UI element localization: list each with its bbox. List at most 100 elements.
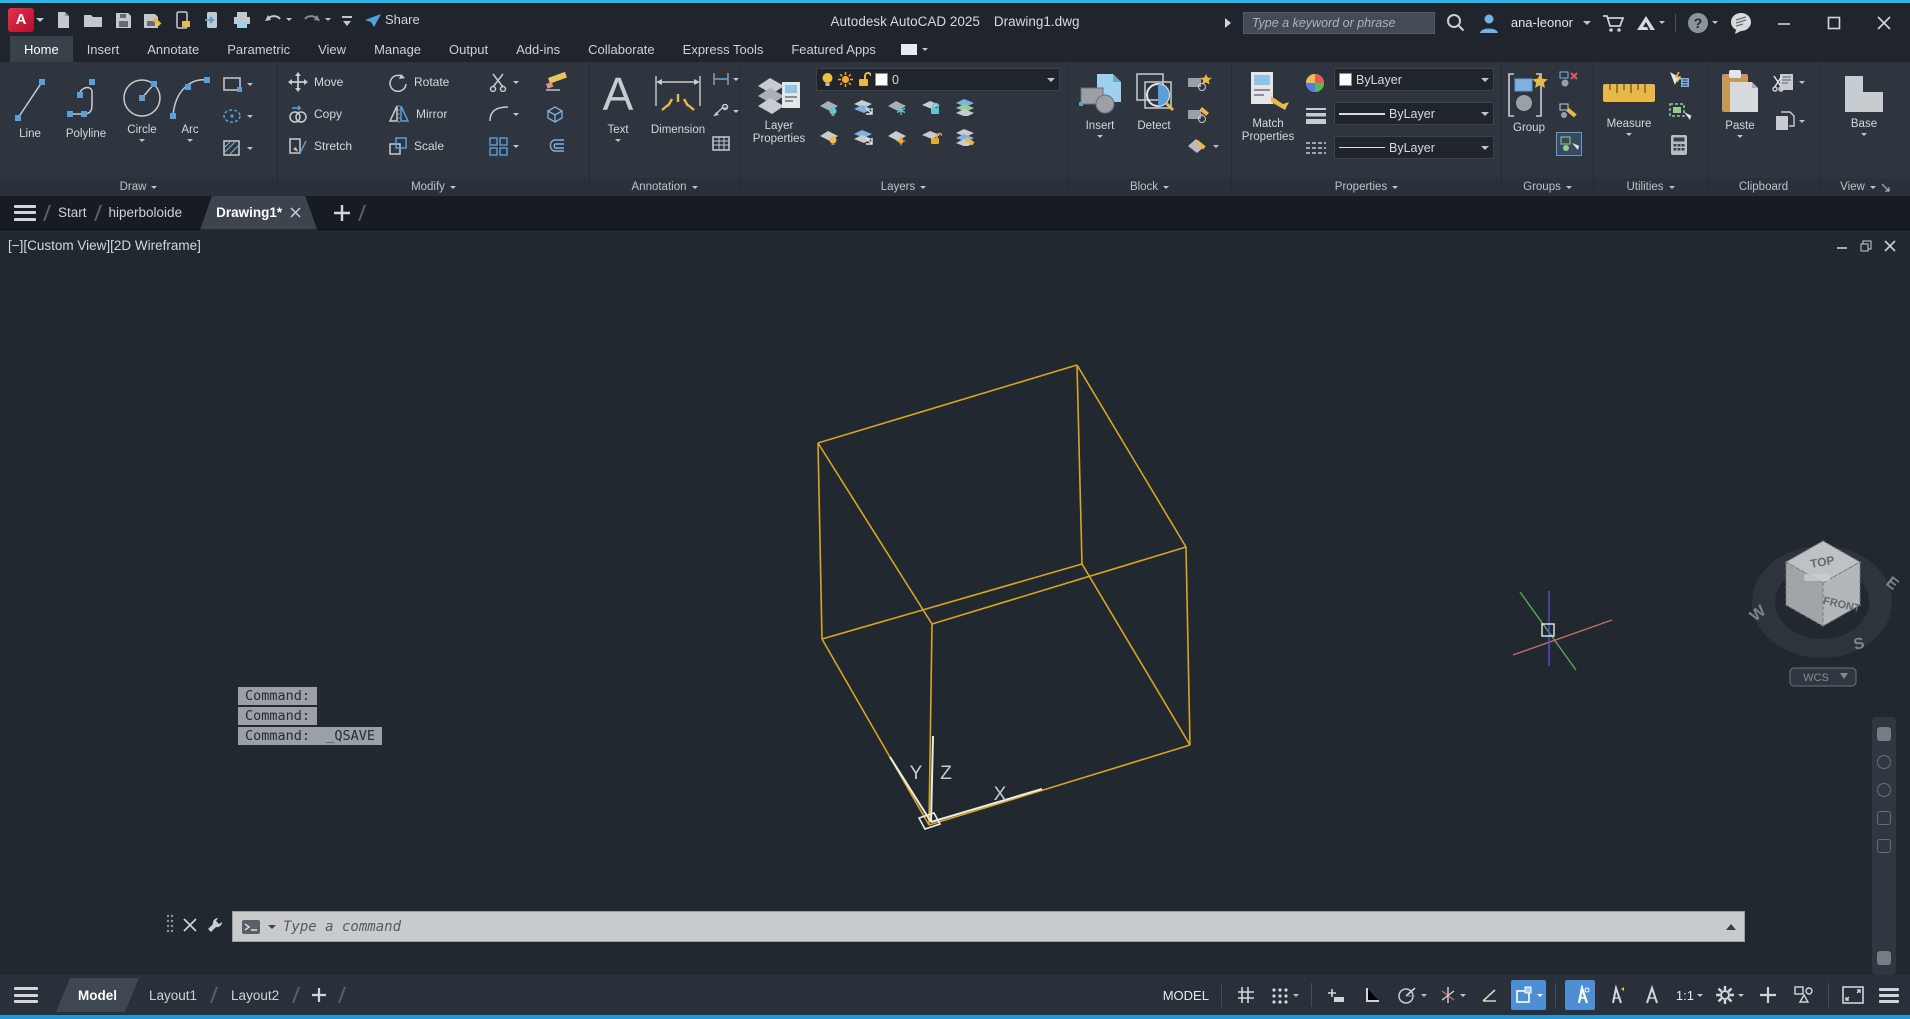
- linetype-dropdown[interactable]: ByLayer: [1334, 136, 1494, 159]
- workspace-switching-button[interactable]: [1712, 980, 1747, 1010]
- select-similar-button[interactable]: [1668, 102, 1692, 122]
- recent-commands-caret-icon[interactable]: [268, 925, 276, 929]
- array-button[interactable]: [488, 136, 519, 156]
- layout2-tab[interactable]: Layout2: [221, 988, 289, 1003]
- minimize-button[interactable]: [1764, 8, 1804, 38]
- object-snap-toggle[interactable]: [1511, 980, 1546, 1010]
- tab-output[interactable]: Output: [435, 36, 502, 62]
- close-palette-icon[interactable]: [183, 918, 197, 932]
- model-tab[interactable]: Model: [56, 978, 139, 1012]
- maximize-button[interactable]: [1814, 8, 1854, 38]
- save-to-web-mobile-button[interactable]: [202, 10, 222, 30]
- tab-view[interactable]: View: [304, 36, 360, 62]
- circle-button[interactable]: Circle: [118, 70, 166, 142]
- object-snap-tracking-toggle[interactable]: [1475, 980, 1505, 1010]
- edit-attributes-button[interactable]: [1186, 136, 1219, 156]
- tab-collaborate[interactable]: Collaborate: [574, 36, 669, 62]
- tab-insert[interactable]: Insert: [73, 36, 134, 62]
- layer-thaw-button[interactable]: [886, 128, 908, 146]
- move-button[interactable]: Move: [288, 72, 343, 92]
- line-button[interactable]: Line: [6, 70, 54, 141]
- object-color-dropdown[interactable]: ByLayer: [1334, 68, 1494, 91]
- panel-label-utilities[interactable]: Utilities: [1594, 178, 1707, 196]
- drawing-restore-icon[interactable]: [1860, 240, 1872, 252]
- dimension-button[interactable]: Dimension: [642, 68, 714, 137]
- palette-drag-handle[interactable]: [166, 914, 174, 936]
- group-edit-button[interactable]: [1558, 102, 1580, 120]
- polar-tracking-toggle[interactable]: [1393, 980, 1430, 1010]
- file-tabs-menu-button[interactable]: [14, 205, 36, 221]
- annotation-scale-indicator[interactable]: [1637, 980, 1667, 1010]
- assistant-icon[interactable]: [1728, 11, 1754, 35]
- undo-button[interactable]: [262, 11, 292, 29]
- dynamic-input-toggle[interactable]: [1321, 980, 1351, 1010]
- stretch-button[interactable]: Stretch: [288, 136, 352, 156]
- viewport-controls-label[interactable]: [−][Custom View][2D Wireframe]: [8, 238, 201, 253]
- customize-qat-button[interactable]: [340, 13, 354, 27]
- customize-wrench-icon[interactable]: [206, 916, 224, 934]
- new-file-tab-button[interactable]: [333, 204, 351, 222]
- insert-button[interactable]: Insert: [1074, 70, 1126, 138]
- navigation-bar[interactable]: [1872, 717, 1896, 975]
- navbar-options-icon[interactable]: [1877, 951, 1891, 965]
- quick-calculator-button[interactable]: [1670, 134, 1688, 156]
- layer-freeze-button[interactable]: [886, 98, 908, 116]
- arc-button[interactable]: Arc: [168, 70, 212, 142]
- open-from-web-mobile-button[interactable]: [173, 10, 193, 30]
- open-button[interactable]: [82, 10, 104, 30]
- search-icon[interactable]: [1445, 12, 1467, 34]
- copy-button[interactable]: Copy: [288, 104, 342, 124]
- layer-dropdown[interactable]: 0: [816, 68, 1060, 91]
- layer-make-current-button[interactable]: [954, 98, 976, 116]
- close-button[interactable]: [1864, 8, 1904, 38]
- rectangle-button[interactable]: [222, 74, 253, 94]
- command-input[interactable]: [283, 919, 1719, 935]
- annotation-scale-button[interactable]: 1:1: [1673, 980, 1706, 1010]
- annotation-visibility-toggle[interactable]: [1565, 980, 1595, 1010]
- tab-home[interactable]: Home: [10, 36, 73, 62]
- annotation-autoscale-toggle[interactable]: [1601, 980, 1631, 1010]
- rotate-button[interactable]: Rotate: [388, 72, 449, 92]
- tab-annotate[interactable]: Annotate: [133, 36, 213, 62]
- signed-in-user[interactable]: ana-leonor: [1511, 15, 1573, 30]
- tab-featured-apps[interactable]: Featured Apps: [777, 36, 890, 62]
- panel-label-draw[interactable]: Draw: [0, 178, 277, 196]
- snap-toggle[interactable]: [1267, 980, 1302, 1010]
- layer-isolate-button[interactable]: [852, 98, 874, 116]
- save-button[interactable]: [113, 10, 133, 30]
- customization-menu-button[interactable]: [1874, 980, 1904, 1010]
- table-button[interactable]: [712, 136, 730, 151]
- paste-button[interactable]: Paste: [1712, 68, 1768, 138]
- tab-express-tools[interactable]: Express Tools: [669, 36, 778, 62]
- panel-label-annotation[interactable]: Annotation: [590, 178, 739, 196]
- drawing-close-icon[interactable]: [1884, 240, 1896, 252]
- create-block-button[interactable]: [1186, 72, 1212, 92]
- pan-tool-icon[interactable]: [1877, 755, 1891, 769]
- file-tab-drawing1-active[interactable]: Drawing1*: [200, 196, 317, 230]
- search-expand-icon[interactable]: [1223, 17, 1233, 29]
- wcs-dropdown-button[interactable]: WCS: [1790, 668, 1856, 686]
- save-as-button[interactable]: [142, 10, 164, 30]
- trim-button[interactable]: [488, 72, 519, 92]
- ungroup-button[interactable]: [1558, 70, 1580, 88]
- tab-parametric[interactable]: Parametric: [213, 36, 304, 62]
- layer-off-button[interactable]: [818, 98, 840, 116]
- layout1-tab[interactable]: Layout1: [139, 988, 207, 1003]
- grid-toggle[interactable]: [1231, 980, 1261, 1010]
- orbit-tool-icon[interactable]: [1877, 811, 1891, 825]
- panel-label-properties[interactable]: Properties: [1232, 178, 1501, 196]
- close-file-tab-icon[interactable]: [290, 207, 301, 218]
- new-layout-button[interactable]: [311, 987, 327, 1003]
- dimension-linear-button[interactable]: [712, 72, 739, 86]
- full-navigation-wheel-icon[interactable]: [1877, 727, 1891, 741]
- edit-block-button[interactable]: [1186, 104, 1212, 124]
- panel-label-clipboard[interactable]: Clipboard: [1708, 178, 1819, 196]
- clean-screen-button[interactable]: [1838, 980, 1868, 1010]
- zoom-tool-icon[interactable]: [1877, 783, 1891, 797]
- detect-button[interactable]: Detect: [1128, 70, 1180, 133]
- new-drawing-button[interactable]: [53, 10, 73, 30]
- model-space-button[interactable]: MODEL: [1160, 980, 1212, 1010]
- panel-label-groups[interactable]: Groups: [1502, 178, 1593, 196]
- layer-unlock-button[interactable]: [920, 128, 942, 146]
- panel-label-modify[interactable]: Modify: [278, 178, 589, 196]
